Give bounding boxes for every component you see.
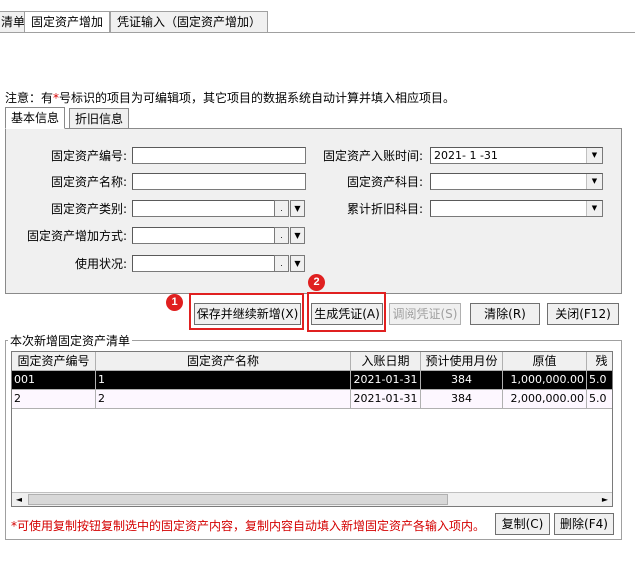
cell-months: 384 bbox=[421, 390, 503, 409]
tab-label: 固定资产增加 bbox=[31, 15, 104, 29]
step-badge-1: 1 bbox=[166, 294, 183, 311]
scroll-left-icon[interactable]: ◄ bbox=[12, 493, 26, 506]
increase-method-input[interactable] bbox=[132, 227, 289, 244]
ellipsis-icon: . bbox=[280, 231, 283, 240]
step-badge-2: 2 bbox=[308, 274, 325, 291]
cell-asset-code: 001 bbox=[12, 371, 96, 390]
asset-code-input[interactable] bbox=[132, 147, 306, 164]
cell-residual: 5.0 bbox=[587, 371, 612, 390]
column-header-months[interactable]: 预计使用月份 bbox=[421, 352, 503, 371]
delete-button[interactable]: 删除(F4) bbox=[554, 513, 614, 535]
cell-months: 384 bbox=[421, 371, 503, 390]
chevron-down-icon: ▼ bbox=[294, 231, 301, 240]
cell-residual: 5.0 bbox=[587, 390, 612, 409]
new-asset-table[interactable]: 固定资产编号 固定资产名称 入账日期 预计使用月份 原值 残 001 1 202… bbox=[11, 351, 613, 507]
table-header: 固定资产编号 固定资产名称 入账日期 预计使用月份 原值 残 bbox=[12, 352, 612, 371]
tab-voucher-input[interactable]: 凭证输入（固定资产增加） bbox=[110, 11, 269, 32]
entry-date-picker[interactable]: 2021- 1 -31 ▼ bbox=[430, 147, 603, 164]
usage-status-input[interactable] bbox=[132, 255, 289, 272]
highlight-box-save bbox=[189, 293, 304, 330]
edit-note: 注意：有*号标识的项目为可编辑项，其它项目的数据系统自动计算并填入相应项目。 bbox=[5, 89, 455, 106]
asset-name-label: 固定资产名称: bbox=[50, 175, 127, 189]
depreciation-account-label: 累计折旧科目: bbox=[346, 202, 423, 216]
usage-status-browse-button[interactable]: . bbox=[274, 255, 289, 272]
note-suffix: 号标识的项目为可编辑项，其它项目的数据系统自动计算并填入相应项目。 bbox=[59, 91, 456, 105]
ellipsis-icon: . bbox=[280, 259, 283, 268]
blank-area bbox=[0, 33, 635, 78]
arrow-glyph: ▼ bbox=[591, 151, 598, 159]
chevron-down-icon: ▼ bbox=[294, 259, 301, 268]
tab-depreciation-info[interactable]: 折旧信息 bbox=[69, 108, 130, 128]
asset-category-dropdown-button[interactable]: ▼ bbox=[290, 200, 305, 217]
cell-original-value: 1,000,000.00 bbox=[503, 371, 587, 390]
cell-original-value: 2,000,000.00 bbox=[503, 390, 587, 409]
tab-label: 清单 bbox=[1, 15, 26, 29]
view-voucher-button[interactable]: 调阅凭证(S) bbox=[389, 303, 461, 325]
scrollbar-thumb[interactable] bbox=[28, 494, 448, 505]
new-asset-list-title: 本次新增固定资产清单 bbox=[8, 332, 133, 349]
chevron-down-icon[interactable]: ▼ bbox=[586, 174, 602, 189]
asset-account-select[interactable]: ▼ bbox=[430, 173, 603, 190]
increase-method-label: 固定资产增加方式: bbox=[26, 229, 127, 243]
tab-label: 折旧信息 bbox=[75, 112, 124, 126]
ellipsis-icon: . bbox=[280, 204, 283, 213]
note-prefix: 注意：有 bbox=[5, 91, 54, 105]
asset-code-label: 固定资产编号: bbox=[50, 149, 127, 163]
tab-fixed-asset-increase[interactable]: 固定资产增加 bbox=[24, 11, 111, 33]
arrow-glyph: ▼ bbox=[591, 177, 598, 185]
column-header-asset-code[interactable]: 固定资产编号 bbox=[12, 352, 96, 371]
entry-date-label: 固定资产入账时间: bbox=[322, 149, 423, 163]
cell-asset-code: 2 bbox=[12, 390, 96, 409]
clear-button[interactable]: 清除(R) bbox=[470, 303, 540, 325]
cell-asset-name: 1 bbox=[96, 371, 351, 390]
tab-label: 凭证输入（固定资产增加） bbox=[117, 15, 262, 29]
table-row[interactable]: 2 2 2021-01-31 384 2,000,000.00 5.0 bbox=[12, 390, 612, 409]
usage-status-label: 使用状况: bbox=[74, 257, 127, 271]
table-row[interactable]: 001 1 2021-01-31 384 1,000,000.00 5.0 bbox=[12, 371, 612, 390]
scroll-right-icon[interactable]: ► bbox=[598, 493, 612, 506]
column-header-entry-date[interactable]: 入账日期 bbox=[351, 352, 421, 371]
increase-method-browse-button[interactable]: . bbox=[274, 227, 289, 244]
cell-entry-date: 2021-01-31 bbox=[351, 371, 421, 390]
asset-category-label: 固定资产类别: bbox=[50, 202, 127, 216]
column-header-asset-name[interactable]: 固定资产名称 bbox=[96, 352, 351, 371]
cell-entry-date: 2021-01-31 bbox=[351, 390, 421, 409]
arrow-glyph: ▼ bbox=[591, 204, 598, 212]
cell-asset-name: 2 bbox=[96, 390, 351, 409]
asset-account-label: 固定资产科目: bbox=[346, 175, 423, 189]
chevron-down-icon[interactable]: ▼ bbox=[586, 148, 602, 163]
highlight-box-generate bbox=[307, 292, 386, 332]
asset-name-input[interactable] bbox=[132, 173, 306, 190]
chevron-down-icon: ▼ bbox=[294, 204, 301, 213]
close-button[interactable]: 关闭(F12) bbox=[547, 303, 619, 325]
horizontal-scrollbar[interactable]: ◄ ► bbox=[12, 492, 612, 506]
asset-category-input[interactable] bbox=[132, 200, 289, 217]
increase-method-dropdown-button[interactable]: ▼ bbox=[290, 227, 305, 244]
tab-basic-info[interactable]: 基本信息 bbox=[5, 107, 66, 129]
copy-hint: *可使用复制按钮复制选中的固定资产内容，复制内容自动填入新增固定资产各输入项内。 bbox=[11, 519, 486, 533]
chevron-down-icon[interactable]: ▼ bbox=[586, 201, 602, 216]
column-header-residual[interactable]: 残 bbox=[587, 352, 612, 371]
depreciation-account-select[interactable]: ▼ bbox=[430, 200, 603, 217]
copy-button[interactable]: 复制(C) bbox=[495, 513, 550, 535]
column-header-original-value[interactable]: 原值 bbox=[503, 352, 587, 371]
asset-category-browse-button[interactable]: . bbox=[274, 200, 289, 217]
basic-info-panel: 固定资产编号: 固定资产名称: 固定资产类别: 固定资产增加方式: 使用状况: … bbox=[5, 128, 622, 294]
entry-date-value: 2021- 1 -31 bbox=[434, 149, 498, 162]
tab-label: 基本信息 bbox=[11, 111, 60, 125]
usage-status-dropdown-button[interactable]: ▼ bbox=[290, 255, 305, 272]
